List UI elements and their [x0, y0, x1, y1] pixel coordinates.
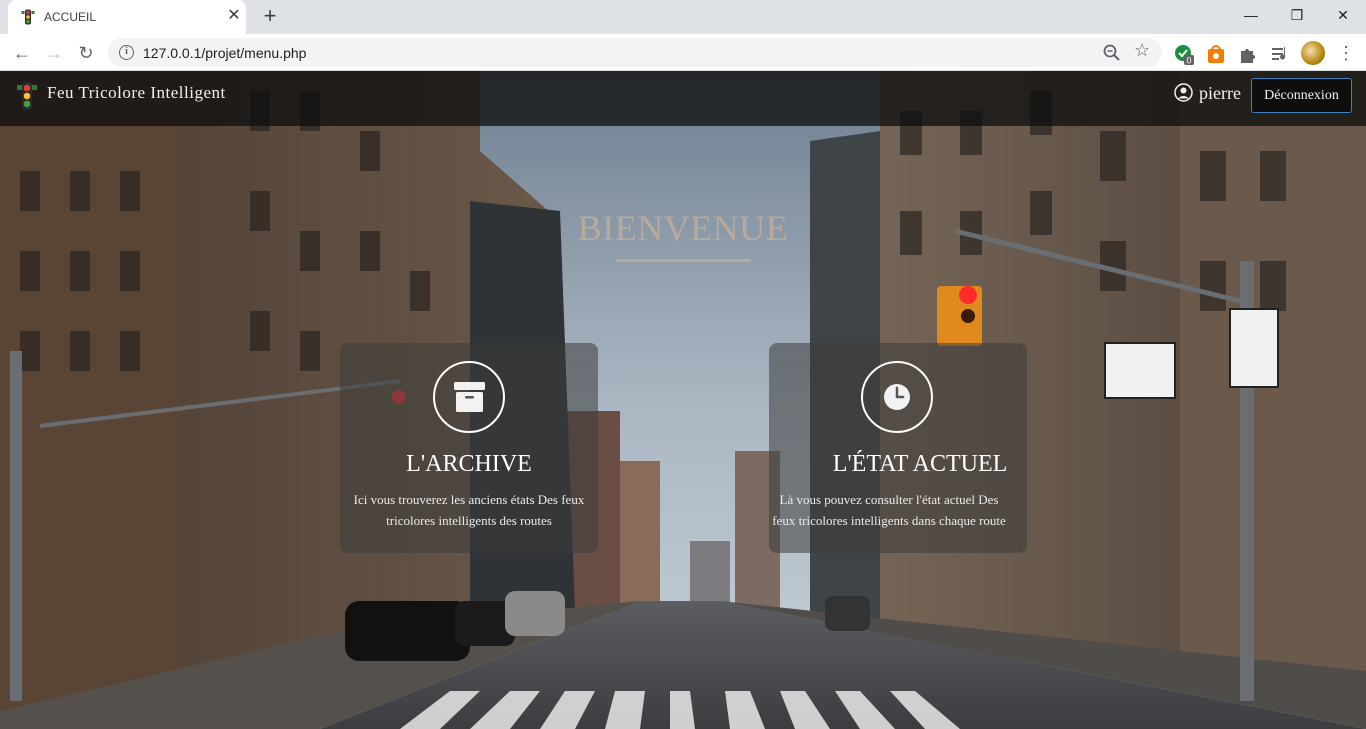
- bookmark-star-icon[interactable]: ☆: [1134, 40, 1150, 61]
- close-window-button[interactable]: ✕: [1320, 0, 1366, 30]
- address-bar[interactable]: i 127.0.0.1/projet/menu.php ☆: [108, 38, 1162, 67]
- shield-check-extension-icon[interactable]: 0: [1173, 43, 1195, 65]
- tab-strip: ACCUEIL ✕ + — ❐ ✕: [0, 0, 1366, 34]
- brand-name[interactable]: Feu Tricolore Intelligent: [47, 83, 226, 103]
- tab-title: ACCUEIL: [44, 10, 97, 24]
- back-arrow-icon[interactable]: ←: [8, 39, 36, 67]
- user-name: pierre: [1199, 83, 1241, 103]
- archive-icon-circle[interactable]: [433, 361, 505, 433]
- media-control-icon[interactable]: [1269, 43, 1291, 65]
- forward-arrow-icon[interactable]: →: [40, 39, 68, 67]
- close-tab-icon[interactable]: ✕: [224, 6, 244, 26]
- archive-card-description: Ici vous trouverez les anciens états Des…: [353, 492, 585, 528]
- shopping-bag-extension-icon[interactable]: [1205, 43, 1227, 65]
- profile-avatar[interactable]: [1301, 41, 1325, 65]
- traffic-light-favicon-icon: [21, 9, 35, 25]
- clock-icon: [884, 384, 910, 410]
- welcome-underline: [616, 259, 751, 262]
- maximize-button[interactable]: ❐: [1274, 0, 1320, 30]
- archive-card[interactable]: L'ARCHIVE Ici vous trouverez les anciens…: [340, 343, 598, 553]
- logout-button[interactable]: Déconnexion: [1251, 78, 1352, 113]
- url-text[interactable]: 127.0.0.1/projet/menu.php: [143, 45, 306, 61]
- info-icon[interactable]: i: [119, 45, 134, 60]
- page-viewport: Feu Tricolore Intelligent pierre Déconne…: [0, 71, 1366, 729]
- archive-card-title[interactable]: L'ARCHIVE: [340, 451, 598, 478]
- extension-badge: 0: [1186, 56, 1191, 66]
- archive-icon: [454, 382, 485, 412]
- minimize-button[interactable]: —: [1228, 0, 1274, 30]
- browser-toolbar: ← → ↻ i 127.0.0.1/projet/menu.php ☆: [0, 34, 1366, 71]
- reload-icon[interactable]: ↻: [72, 39, 100, 67]
- new-tab-button[interactable]: +: [258, 5, 282, 29]
- zoom-icon[interactable]: [1102, 43, 1122, 63]
- site-navbar: Feu Tricolore Intelligent pierre Déconne…: [0, 71, 1366, 126]
- welcome-title: BIENVENUE: [577, 208, 789, 248]
- current-state-card-title[interactable]: L'ÉTAT ACTUEL: [789, 451, 1051, 478]
- puzzle-icon[interactable]: [1237, 43, 1259, 65]
- current-state-card[interactable]: L'ÉTAT ACTUEL Là vous pouvez consulter l…: [769, 343, 1027, 553]
- city-street-background: [0, 71, 1366, 729]
- browser-tab[interactable]: ACCUEIL ✕: [8, 0, 246, 34]
- traffic-light-logo-icon[interactable]: [16, 81, 38, 111]
- menu-dots-icon[interactable]: ⋮: [1336, 40, 1356, 66]
- current-state-card-description: Là vous pouvez consulter l'état actuel D…: [772, 492, 1006, 528]
- clock-icon-circle[interactable]: [861, 361, 933, 433]
- user-account-icon: [1174, 83, 1193, 102]
